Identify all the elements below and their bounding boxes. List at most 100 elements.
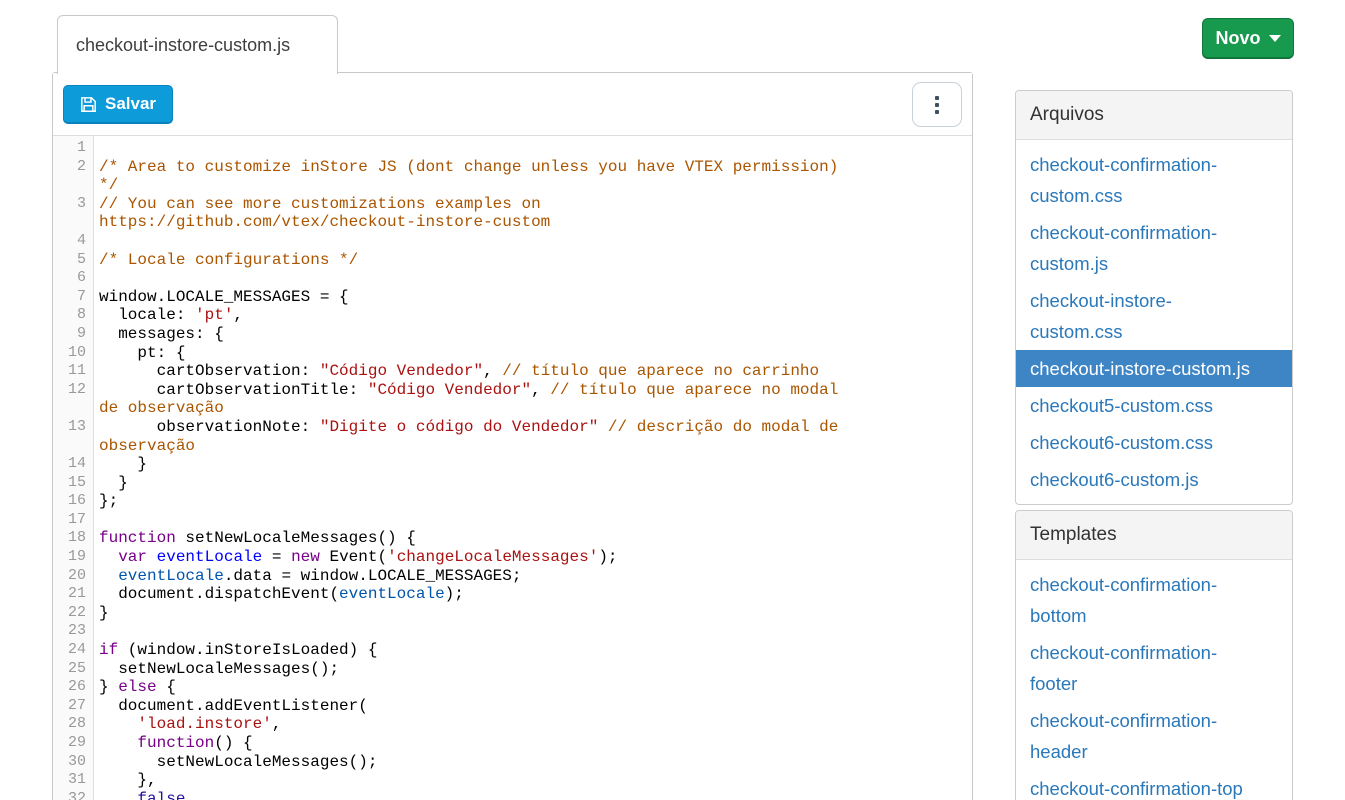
- editor-tab[interactable]: checkout-instore-custom.js: [57, 15, 338, 74]
- line-number: 15: [53, 474, 93, 493]
- template-link[interactable]: checkout-confirmation-top: [1016, 770, 1292, 800]
- code-line[interactable]: setNewLocaleMessages();: [93, 753, 972, 772]
- code-line[interactable]: // You can see more customizations examp…: [93, 195, 972, 232]
- new-file-button[interactable]: Novo: [1202, 18, 1294, 58]
- code-line[interactable]: document.addEventListener(: [93, 697, 972, 716]
- save-button[interactable]: Salvar: [63, 85, 173, 123]
- files-panel-title: Arquivos: [1016, 91, 1292, 140]
- line-number: 18: [53, 529, 93, 548]
- code-line[interactable]: [93, 269, 972, 288]
- code-line[interactable]: observationNote: "Digite o código do Ven…: [93, 418, 972, 455]
- file-link[interactable]: checkout-instore- custom.css: [1016, 282, 1292, 350]
- code-line[interactable]: pt: {: [93, 344, 972, 363]
- code-row: 11 cartObservation: "Código Vendedor", /…: [53, 362, 972, 381]
- code-line[interactable]: cartObservationTitle: "Código Vendedor",…: [93, 381, 972, 418]
- code-row: 3// You can see more customizations exam…: [53, 195, 972, 232]
- template-link[interactable]: checkout-confirmation- footer: [1016, 634, 1292, 702]
- code-lines: 12/* Area to customize inStore JS (dont …: [53, 139, 972, 800]
- line-number: 25: [53, 660, 93, 679]
- file-link[interactable]: checkout5-custom.css: [1016, 387, 1292, 424]
- line-number: 19: [53, 548, 93, 567]
- code-row: 25 setNewLocaleMessages();: [53, 660, 972, 679]
- code-row: 20 eventLocale.data = window.LOCALE_MESS…: [53, 567, 972, 586]
- line-number: 5: [53, 251, 93, 270]
- code-row: 10 pt: {: [53, 344, 972, 363]
- code-line[interactable]: var eventLocale = new Event('changeLocal…: [93, 548, 972, 567]
- code-line[interactable]: [93, 139, 972, 158]
- file-link[interactable]: checkout-confirmation- custom.css: [1016, 146, 1292, 214]
- save-button-label: Salvar: [105, 94, 156, 114]
- new-file-button-label: Novo: [1216, 28, 1261, 49]
- line-number: 13: [53, 418, 93, 455]
- line-number: 9: [53, 325, 93, 344]
- code-row: 18function setNewLocaleMessages() {: [53, 529, 972, 548]
- code-editor[interactable]: 12/* Area to customize inStore JS (dont …: [53, 136, 972, 800]
- code-row: 15 }: [53, 474, 972, 493]
- code-row: 1: [53, 139, 972, 158]
- code-line[interactable]: eventLocale.data = window.LOCALE_MESSAGE…: [93, 567, 972, 586]
- line-number: 30: [53, 753, 93, 772]
- code-row: 8 locale: 'pt',: [53, 306, 972, 325]
- template-link[interactable]: checkout-confirmation- bottom: [1016, 566, 1292, 634]
- code-line[interactable]: if (window.inStoreIsLoaded) {: [93, 641, 972, 660]
- line-number: 6: [53, 269, 93, 288]
- files-panel: Arquivos checkout-confirmation- custom.c…: [1015, 90, 1293, 505]
- code-line[interactable]: locale: 'pt',: [93, 306, 972, 325]
- code-line[interactable]: },: [93, 771, 972, 790]
- file-link-selected[interactable]: checkout-instore-custom.js: [1016, 350, 1292, 387]
- line-number: 28: [53, 715, 93, 734]
- line-number: 26: [53, 678, 93, 697]
- line-number: 21: [53, 585, 93, 604]
- code-line[interactable]: function setNewLocaleMessages() {: [93, 529, 972, 548]
- code-line[interactable]: false: [93, 790, 972, 800]
- line-number: 3: [53, 195, 93, 232]
- templates-panel-title: Templates: [1016, 511, 1292, 560]
- code-row: 24if (window.inStoreIsLoaded) {: [53, 641, 972, 660]
- code-line[interactable]: document.dispatchEvent(eventLocale);: [93, 585, 972, 604]
- code-line[interactable]: } else {: [93, 678, 972, 697]
- code-row: 23: [53, 622, 972, 641]
- line-number: 20: [53, 567, 93, 586]
- code-line[interactable]: }: [93, 474, 972, 493]
- code-line[interactable]: messages: {: [93, 325, 972, 344]
- code-row: 6: [53, 269, 972, 288]
- code-line[interactable]: };: [93, 492, 972, 511]
- code-line[interactable]: 'load.instore',: [93, 715, 972, 734]
- code-line[interactable]: }: [93, 604, 972, 623]
- code-line[interactable]: [93, 511, 972, 530]
- code-line[interactable]: function() {: [93, 734, 972, 753]
- line-number: 14: [53, 455, 93, 474]
- template-link[interactable]: checkout-confirmation- header: [1016, 702, 1292, 770]
- line-number: 31: [53, 771, 93, 790]
- templates-panel: Templates checkout-confirmation- bottomc…: [1015, 510, 1293, 800]
- code-row: 28 'load.instore',: [53, 715, 972, 734]
- line-number: 8: [53, 306, 93, 325]
- code-row: 31 },: [53, 771, 972, 790]
- line-number: 7: [53, 288, 93, 307]
- code-row: 13 observationNote: "Digite o código do …: [53, 418, 972, 455]
- templates-list: checkout-confirmation- bottomcheckout-co…: [1016, 560, 1292, 800]
- code-row: 2/* Area to customize inStore JS (dont c…: [53, 158, 972, 195]
- code-line[interactable]: /* Locale configurations */: [93, 251, 972, 270]
- line-number: 12: [53, 381, 93, 418]
- code-line[interactable]: window.LOCALE_MESSAGES = {: [93, 288, 972, 307]
- code-row: 29 function() {: [53, 734, 972, 753]
- line-number: 16: [53, 492, 93, 511]
- file-link[interactable]: checkout6-custom.js: [1016, 461, 1292, 498]
- code-row: 22}: [53, 604, 972, 623]
- editor-menu-button[interactable]: [912, 82, 962, 127]
- file-link[interactable]: checkout6-custom.css: [1016, 424, 1292, 461]
- code-row: 5/* Locale configurations */: [53, 251, 972, 270]
- code-line[interactable]: setNewLocaleMessages();: [93, 660, 972, 679]
- code-line[interactable]: [93, 232, 972, 251]
- code-line[interactable]: [93, 622, 972, 641]
- line-number: 23: [53, 622, 93, 641]
- line-number: 11: [53, 362, 93, 381]
- code-line[interactable]: /* Area to customize inStore JS (dont ch…: [93, 158, 972, 195]
- file-link[interactable]: checkout-confirmation- custom.js: [1016, 214, 1292, 282]
- code-line[interactable]: }: [93, 455, 972, 474]
- code-row: 14 }: [53, 455, 972, 474]
- code-row: 12 cartObservationTitle: "Código Vendedo…: [53, 381, 972, 418]
- line-number: 24: [53, 641, 93, 660]
- code-line[interactable]: cartObservation: "Código Vendedor", // t…: [93, 362, 972, 381]
